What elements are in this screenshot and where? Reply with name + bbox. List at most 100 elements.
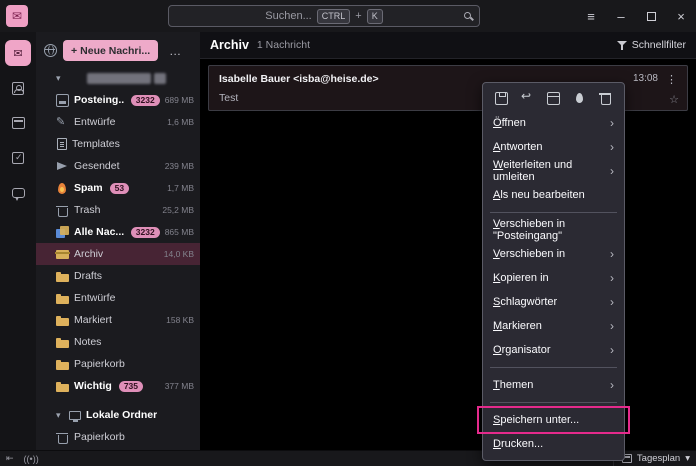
archive-icon[interactable] (547, 92, 560, 105)
collapse-rail-icon[interactable]: ⇤ (6, 453, 14, 464)
menu-item[interactable]: › (484, 207, 623, 218)
junk-icon[interactable] (573, 92, 586, 105)
ctrl-keycap: CTRL (317, 9, 351, 24)
menu-item[interactable]: Markieren › (483, 314, 624, 338)
menu-item[interactable]: Weiterleiten und umleiten › (483, 159, 624, 183)
folder-row[interactable]: ▾ Archiv 14,0 KB (36, 243, 200, 265)
menu-item-label: Organisator (493, 344, 550, 356)
submenu-arrow-icon: › (610, 378, 614, 392)
submenu-arrow-icon: › (610, 271, 614, 285)
folder-label: Papierkorb (74, 358, 125, 370)
folder-row[interactable]: ▾ Entwürfe 1,6 MB (36, 111, 200, 133)
app-rail: ✉ (0, 32, 36, 450)
submenu-arrow-icon: › (610, 343, 614, 357)
folder-row[interactable]: ▾ Gesendet 239 MB (36, 155, 200, 177)
folder-row[interactable]: ▾ Papierkorb (36, 426, 200, 448)
menu-item[interactable]: Antworten › (483, 135, 624, 159)
folder-icon (56, 292, 69, 305)
sidebar-more-button[interactable]: … (164, 44, 187, 58)
quick-filter-toggle[interactable]: Schnellfilter (617, 39, 686, 51)
chat-icon (12, 188, 25, 198)
folder-sidebar: + Neue Nachri... … ▾ ▾ (36, 32, 200, 450)
search-placeholder: Suchen... (265, 10, 311, 22)
menu-item-label: Verschieben in (493, 248, 565, 260)
folder-row[interactable]: ▾ Alle Nac... 3232 865 MB (36, 221, 200, 243)
menu-item-label: Markieren (493, 320, 542, 332)
folder-icon (56, 270, 69, 283)
folder-label: Wichtig (74, 380, 112, 392)
folder-row[interactable]: ▾ Markiert 158 KB (36, 309, 200, 331)
more-options-icon[interactable]: ⋮ (666, 73, 677, 86)
delete-icon[interactable] (599, 92, 612, 105)
menu-item[interactable]: Themen › (483, 373, 624, 397)
folder-row[interactable]: ▾ Notes (36, 331, 200, 353)
rail-addressbook-button[interactable] (5, 75, 31, 101)
menu-item-label: Verschieben in "Posteingang" (493, 218, 614, 242)
folder-row[interactable]: ▾ Posteing... 3232 689 MB (36, 89, 200, 111)
message-count: 1 Nachricht (257, 39, 310, 51)
menu-item[interactable]: Speichern unter... › (483, 408, 624, 432)
folder-label: Archiv (74, 248, 103, 260)
plus-icon: + (71, 45, 77, 57)
menu-item-label: Schlagwörter (493, 296, 557, 308)
menu-item[interactable]: Drucken... › (483, 432, 624, 456)
maximize-button[interactable] (636, 0, 666, 32)
page-title: Archiv (210, 38, 249, 52)
save-icon[interactable] (495, 92, 508, 105)
star-icon[interactable]: ☆ (669, 93, 679, 106)
submenu-arrow-icon: › (610, 164, 614, 178)
message-sender: Isabelle Bauer <isba@heise.de> (219, 73, 379, 85)
activity-icon[interactable]: ((•)) (24, 454, 39, 464)
unread-badge: 735 (119, 381, 143, 392)
folder-row[interactable]: ▾ Lokale Ordner (36, 404, 200, 426)
context-menu-toolbar (483, 87, 624, 111)
reply-icon[interactable] (521, 92, 534, 105)
folder-icon (56, 248, 69, 261)
folder-size: 865 MB (165, 227, 194, 237)
maximize-icon (647, 12, 656, 21)
folder-size: 158 KB (166, 315, 194, 325)
rail-chat-button[interactable] (5, 180, 31, 206)
folder-row[interactable]: ▾ (36, 67, 200, 89)
folder-label: Entwürfe (74, 292, 115, 304)
minimize-button[interactable]: – (606, 0, 636, 32)
global-search-input[interactable]: Suchen... CTRL + K (168, 5, 480, 27)
folder-row[interactable]: ▾ Trash 25,2 MB (36, 199, 200, 221)
plus-sign: + (355, 10, 361, 22)
menu-item[interactable]: › (484, 397, 623, 408)
menu-item[interactable]: › (484, 362, 623, 373)
menu-item[interactable]: Als neu bearbeiten › (483, 183, 624, 207)
app-menu-button[interactable]: ≡ (576, 0, 606, 32)
folder-row[interactable]: ▾ Papierkorb (36, 353, 200, 375)
submenu-arrow-icon: › (610, 295, 614, 309)
menu-item[interactable]: Organisator › (483, 338, 624, 362)
calendar-icon (12, 117, 25, 129)
folder-row[interactable]: ▾ Templates (36, 133, 200, 155)
folder-icon (56, 160, 69, 173)
folder-row[interactable]: ▾ Wichtig 735 377 MB (36, 375, 200, 397)
new-message-button[interactable]: + Neue Nachri... (63, 40, 158, 61)
folder-row[interactable]: ▾ Entwürfe (36, 287, 200, 309)
folder-label: Spam (74, 182, 103, 194)
rail-mail-button[interactable]: ✉ (5, 40, 31, 66)
menu-item-label: Weiterleiten und umleiten (493, 159, 610, 183)
rail-calendar-button[interactable] (5, 110, 31, 136)
rail-tasks-button[interactable] (5, 145, 31, 171)
menu-item-label: Öffnen (493, 117, 526, 129)
close-button[interactable]: × (666, 0, 696, 32)
folder-row[interactable]: ▾ Drafts (36, 265, 200, 287)
funnel-icon (617, 41, 627, 50)
menu-item[interactable]: Verschieben in › (483, 242, 624, 266)
folder-size: 689 MB (165, 95, 194, 105)
unread-badge: 3232 (131, 95, 160, 106)
menu-item[interactable]: Verschieben in "Posteingang" › (483, 218, 624, 242)
menu-item[interactable]: Kopieren in › (483, 266, 624, 290)
menu-item-label: Themen (493, 379, 533, 391)
folder-row[interactable]: ▾ Spam 53 1,7 MB (36, 177, 200, 199)
folder-size: 377 MB (165, 381, 194, 391)
menu-item[interactable]: Schlagwörter › (483, 290, 624, 314)
menu-item[interactable]: Öffnen › (483, 111, 624, 135)
folder-icon (56, 380, 69, 393)
folder-label: Markiert (74, 314, 112, 326)
menu-item-label: Drucken... (493, 438, 543, 450)
